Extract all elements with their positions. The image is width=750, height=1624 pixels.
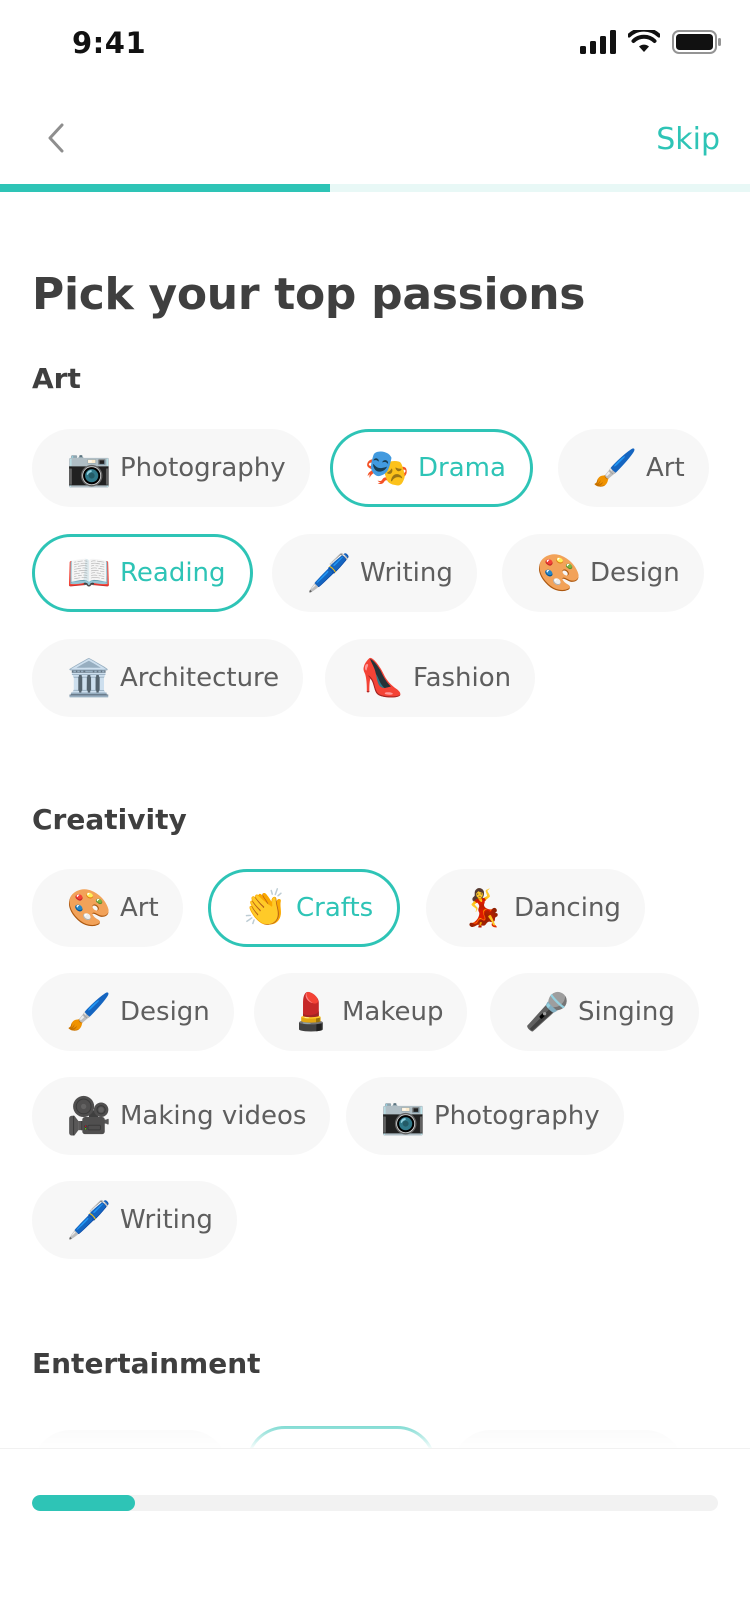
section-title-art: Art xyxy=(32,362,81,395)
chip-fashion[interactable]: 👠 Fashion xyxy=(325,639,536,717)
chip-writing[interactable]: 🖊️ Writing xyxy=(32,1181,237,1259)
classical-building-icon: 🏛️ xyxy=(66,658,112,699)
bottom-bar xyxy=(0,1448,750,1624)
selection-progress-fill xyxy=(32,1495,135,1511)
step-progress-bar xyxy=(0,184,750,192)
pen-icon: 🖊️ xyxy=(306,553,352,594)
chip-photography[interactable]: 📷 Photography xyxy=(346,1077,624,1155)
selection-progress-bar xyxy=(32,1495,718,1511)
chip-label: Dancing xyxy=(514,893,621,923)
chip-label: Architecture xyxy=(120,663,280,693)
chip-label: Writing xyxy=(360,558,453,588)
camera-icon: 📷 xyxy=(380,1096,426,1137)
chip-label: Fashion xyxy=(413,663,512,693)
chip-label: Art xyxy=(646,453,685,483)
chip-making-videos[interactable]: 🎥 Making videos xyxy=(32,1077,331,1155)
paintbrush-icon: 🖌️ xyxy=(592,448,638,489)
nav-bar: Skip xyxy=(0,94,750,186)
status-time: 9:41 xyxy=(72,26,147,60)
movie-camera-icon: 🎥 xyxy=(66,1096,112,1137)
chip-label: Writing xyxy=(120,1205,213,1235)
chip-label: Reading xyxy=(120,558,226,588)
step-progress-fill xyxy=(0,184,330,192)
chip-art[interactable]: 🖌️ Art xyxy=(558,429,709,507)
section-title-creativity: Creativity xyxy=(32,803,187,836)
chip-art[interactable]: 🎨 Art xyxy=(32,869,183,947)
chip-architecture[interactable]: 🏛️ Architecture xyxy=(32,639,304,717)
chip-label: Design xyxy=(590,558,680,588)
page-title: Pick your top passions xyxy=(32,269,586,320)
lipstick-icon: 💄 xyxy=(288,992,334,1033)
skip-button[interactable]: Skip xyxy=(656,122,720,157)
open-book-icon: 📖 xyxy=(66,553,112,594)
performing-arts-icon: 🎭 xyxy=(364,448,410,489)
chip-design[interactable]: 🖌️ Design xyxy=(32,973,234,1051)
chip-design[interactable]: 🎨 Design xyxy=(502,534,704,612)
paintbrush-icon: 🖌️ xyxy=(66,992,112,1033)
chip-photography[interactable]: 📷 Photography xyxy=(32,429,310,507)
chevron-left-icon xyxy=(46,122,66,158)
wifi-icon xyxy=(627,27,661,58)
chip-label: Photography xyxy=(120,453,286,483)
camera-icon: 📷 xyxy=(66,448,112,489)
chip-writing[interactable]: 🖊️ Writing xyxy=(272,534,477,612)
signal-icon xyxy=(580,30,616,58)
pen-icon: 🖊️ xyxy=(66,1200,112,1241)
chip-drama[interactable]: 🎭 Drama xyxy=(330,429,533,507)
high-heel-icon: 👠 xyxy=(359,658,405,699)
status-icons xyxy=(580,27,722,58)
status-bar: 9:41 xyxy=(0,0,750,94)
dancer-icon: 💃 xyxy=(460,888,506,929)
chip-label: Crafts xyxy=(296,893,374,923)
palette-icon: 🎨 xyxy=(536,553,582,594)
chip-dancing[interactable]: 💃 Dancing xyxy=(426,869,645,947)
palette-icon: 🎨 xyxy=(66,888,112,929)
chip-crafts[interactable]: 👏 Crafts xyxy=(208,869,401,947)
chip-label: Making videos xyxy=(120,1101,307,1131)
microphone-icon: 🎤 xyxy=(524,992,570,1033)
chip-label: Singing xyxy=(578,997,675,1027)
bottom-fade xyxy=(0,1410,750,1450)
passions-content[interactable]: Pick your top passions Art 📷 Photography… xyxy=(0,192,750,1448)
chip-label: Photography xyxy=(434,1101,600,1131)
chip-label: Art xyxy=(120,893,159,923)
battery-icon xyxy=(672,30,722,58)
chip-reading[interactable]: 📖 Reading xyxy=(32,534,253,612)
chip-label: Makeup xyxy=(342,997,444,1027)
chip-label: Drama xyxy=(418,453,506,483)
chip-label: Design xyxy=(120,997,210,1027)
back-button[interactable] xyxy=(34,118,78,162)
section-title-entertainment: Entertainment xyxy=(32,1347,261,1380)
chip-makeup[interactable]: 💄 Makeup xyxy=(254,973,468,1051)
clapping-hands-icon: 👏 xyxy=(242,888,288,929)
chip-singing[interactable]: 🎤 Singing xyxy=(490,973,699,1051)
